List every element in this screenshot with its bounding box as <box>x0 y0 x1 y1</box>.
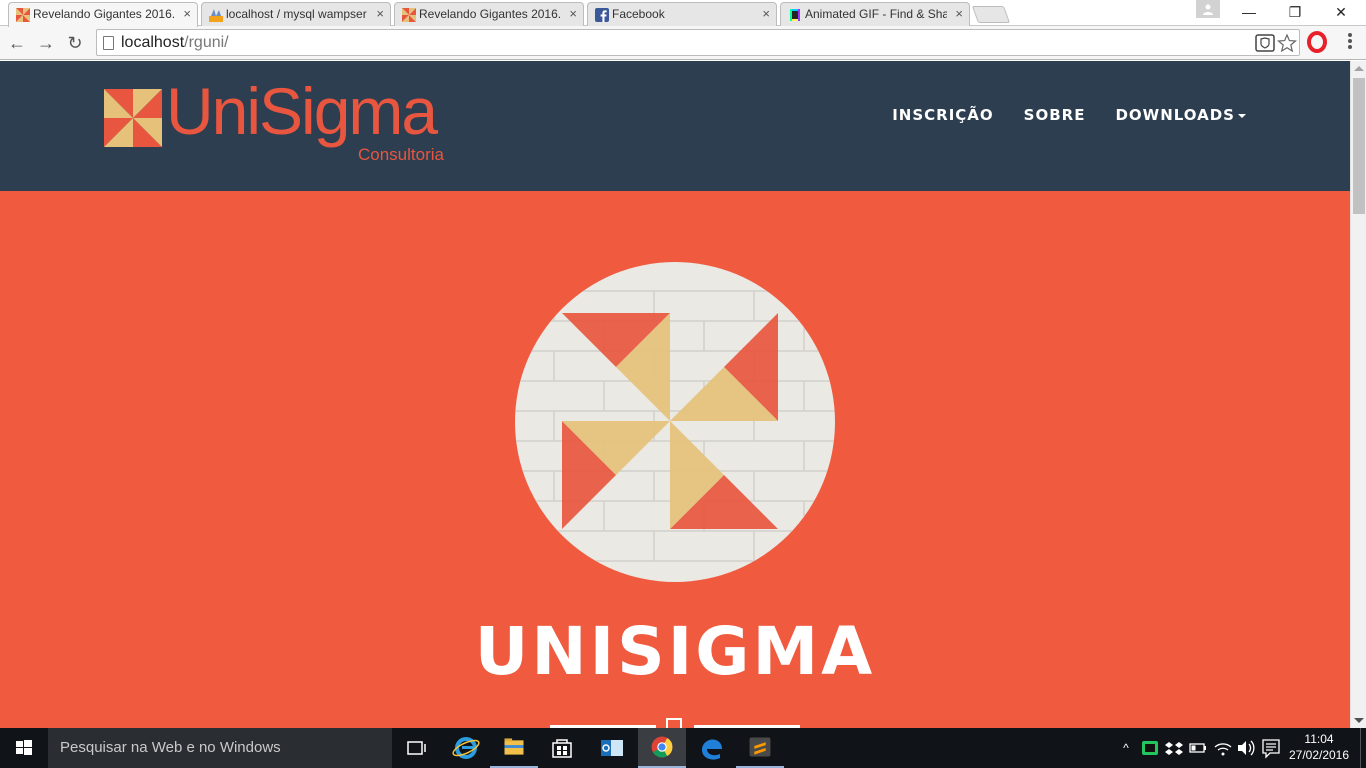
giphy-favicon <box>790 9 800 21</box>
scroll-up-icon[interactable] <box>1354 66 1364 71</box>
close-tab-icon[interactable]: × <box>762 6 770 21</box>
edge-icon[interactable] <box>688 728 736 768</box>
tab-title: Facebook <box>612 7 665 21</box>
action-center-icon[interactable] <box>1260 728 1282 768</box>
taskbar-clock[interactable]: 11:04 27/02/2016 <box>1288 731 1350 763</box>
brand-subtitle: Consultoria <box>358 145 444 164</box>
taskbar-search-input[interactable]: Pesquisar na Web e no Windows <box>48 728 392 768</box>
new-tab-button[interactable] <box>971 6 1011 23</box>
hero-title: UNISIGMA <box>474 613 876 690</box>
tab-title: Animated GIF - Find & Sha <box>805 7 947 21</box>
tab-title: Revelando Gigantes 2016. <box>419 7 561 21</box>
close-tab-icon[interactable]: × <box>955 6 963 21</box>
page-icon <box>103 36 114 50</box>
page-viewport: UniSigma Consultoria INSCRIÇÃO SOBRE DOW… <box>0 61 1350 728</box>
nav-link-inscricao[interactable]: INSCRIÇÃO <box>892 106 993 124</box>
address-path: /rguni/ <box>184 34 229 51</box>
internet-explorer-icon[interactable] <box>442 728 490 768</box>
brand-name: UniSigma <box>166 74 438 148</box>
caret-down-icon <box>1238 113 1246 118</box>
task-view-icon[interactable] <box>392 728 440 768</box>
browser-menu-button[interactable] <box>1342 31 1358 53</box>
browser-tab[interactable]: Animated GIF - Find & Sha × <box>780 2 970 26</box>
outlook-icon[interactable] <box>588 728 636 768</box>
back-button[interactable]: ← <box>5 31 29 55</box>
wifi-icon[interactable] <box>1212 728 1234 768</box>
file-explorer-icon[interactable] <box>490 728 538 768</box>
chrome-icon[interactable] <box>638 728 686 768</box>
clock-time: 11:04 <box>1304 732 1334 746</box>
show-hidden-icons-icon[interactable]: ^ <box>1118 728 1134 768</box>
browser-toolbar: ← → ↻ localhost/rguni/ <box>0 26 1366 60</box>
sublime-text-icon[interactable] <box>736 728 784 768</box>
facebook-favicon <box>595 8 609 22</box>
hero-section: UNISIGMA <box>0 191 1350 728</box>
reload-button[interactable]: ↻ <box>63 31 87 55</box>
phpmyadmin-favicon <box>209 9 223 22</box>
nav-dropdown-downloads[interactable]: DOWNLOADS <box>1115 106 1246 124</box>
address-host: localhost <box>121 34 185 51</box>
browser-tab-strip: Revelando Gigantes 2016. × localhost / m… <box>0 0 1366 27</box>
main-menu: INSCRIÇÃO SOBRE DOWNLOADS <box>892 106 1246 124</box>
close-window-button[interactable]: ✕ <box>1318 0 1364 24</box>
close-tab-icon[interactable]: × <box>569 6 577 21</box>
browser-tab[interactable]: localhost / mysql wampser × <box>201 2 391 26</box>
site-navbar: UniSigma Consultoria INSCRIÇÃO SOBRE DOW… <box>0 61 1350 191</box>
opera-extension-icon[interactable] <box>1306 31 1328 53</box>
close-tab-icon[interactable]: × <box>376 6 384 21</box>
unisigma-favicon <box>16 8 30 22</box>
bookmark-star-icon[interactable] <box>1277 34 1297 52</box>
store-icon[interactable] <box>538 728 586 768</box>
volume-icon[interactable] <box>1236 728 1256 768</box>
tab-title: localhost / mysql wampser <box>226 7 367 21</box>
tray-app-icon[interactable] <box>1140 728 1160 768</box>
battery-icon[interactable] <box>1188 728 1208 768</box>
unisigma-favicon <box>402 8 416 22</box>
nav-link-downloads-label: DOWNLOADS <box>1115 106 1235 124</box>
divider-icon <box>666 718 682 728</box>
show-desktop-button[interactable] <box>1360 728 1366 768</box>
hero-pinwheel-emblem <box>515 262 835 582</box>
forward-button[interactable]: → <box>34 31 58 55</box>
windows-taskbar: Pesquisar na Web e no Windows ^ 11:04 27… <box>0 728 1366 768</box>
page-scrollbar[interactable] <box>1350 61 1366 728</box>
clock-date: 27/02/2016 <box>1288 748 1350 762</box>
brand-logo[interactable]: UniSigma Consultoria <box>104 74 464 167</box>
browser-tab[interactable]: Revelando Gigantes 2016. × <box>394 2 584 26</box>
windows-start-icon[interactable] <box>0 728 48 768</box>
minimize-window-button[interactable]: — <box>1226 0 1272 24</box>
extension-shield-icon[interactable] <box>1255 34 1275 52</box>
tab-title: Revelando Gigantes 2016. <box>33 7 175 21</box>
pinwheel-logo-icon <box>104 89 162 147</box>
browser-tab[interactable]: Revelando Gigantes 2016. × <box>8 2 198 27</box>
dropbox-icon[interactable] <box>1164 728 1184 768</box>
restore-window-button[interactable]: ❐ <box>1272 0 1318 24</box>
scroll-down-icon[interactable] <box>1354 718 1364 723</box>
star-divider <box>550 718 800 728</box>
nav-link-sobre[interactable]: SOBRE <box>1024 106 1086 124</box>
address-bar[interactable]: localhost/rguni/ <box>96 29 1300 56</box>
scrollbar-thumb[interactable] <box>1353 78 1365 214</box>
browser-tab[interactable]: Facebook × <box>587 2 777 26</box>
close-tab-icon[interactable]: × <box>183 6 191 21</box>
profile-icon[interactable] <box>1196 0 1220 18</box>
